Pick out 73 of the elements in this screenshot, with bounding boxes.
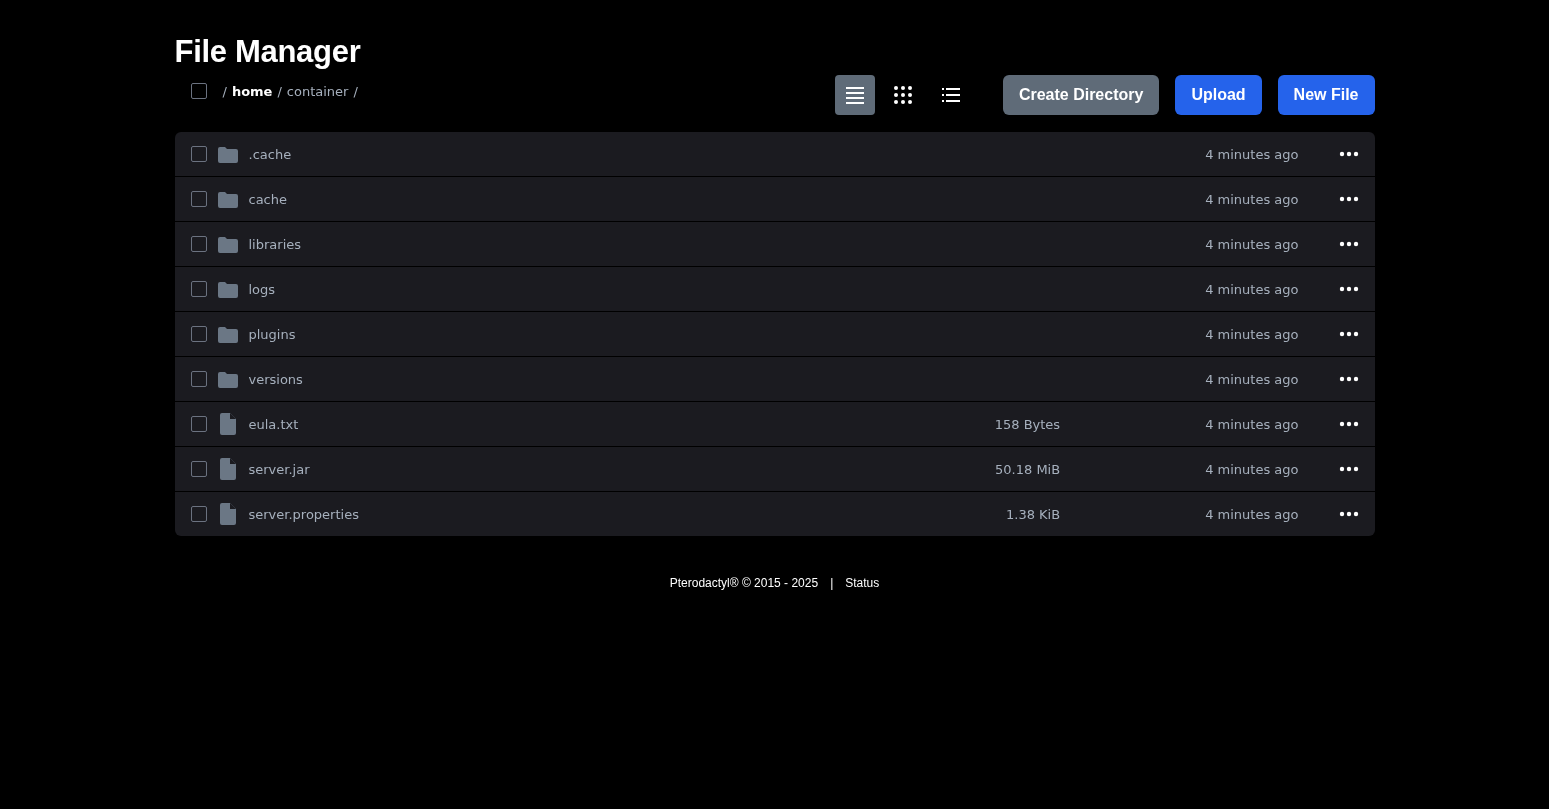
rows-icon	[843, 84, 866, 106]
file-row[interactable]: .cache 4 minutes ago	[174, 132, 1375, 176]
row-checkbox[interactable]	[190, 461, 207, 477]
file-size: 50.18 MiB	[994, 461, 1061, 477]
action-button[interactable]: Create Directory	[1002, 75, 1160, 115]
row-checkbox[interactable]	[190, 281, 207, 297]
more-icon	[1338, 331, 1359, 337]
file-name: cache	[248, 191, 288, 207]
more-icon	[1338, 466, 1359, 472]
row-checkbox[interactable]	[190, 236, 207, 252]
row-checkbox[interactable]	[190, 326, 207, 342]
modified-time: 4 minutes ago	[1205, 461, 1299, 477]
row-checkbox[interactable]	[190, 371, 207, 387]
modified-time: 4 minutes ago	[1205, 281, 1299, 297]
row-checkbox[interactable]	[190, 191, 207, 207]
breadcrumb-link[interactable]: home	[231, 83, 273, 99]
file-row[interactable]: server.properties 1.38 KiB 4 minutes ago	[174, 492, 1375, 536]
modified-time: 4 minutes ago	[1205, 371, 1299, 387]
file-size: 1.38 KiB	[1005, 506, 1061, 522]
row-checkbox[interactable]	[190, 416, 207, 432]
file-icon	[219, 458, 236, 480]
modified-time: 4 minutes ago	[1205, 506, 1299, 522]
file-name: logs	[248, 281, 277, 297]
copyright-text: Pterodactyl® © 2015 - 2025	[669, 576, 819, 590]
file-row[interactable]: versions 4 minutes ago	[174, 357, 1375, 401]
page-title: File Manager	[174, 34, 362, 70]
folder-icon	[217, 325, 238, 343]
file-name: eula.txt	[248, 416, 300, 432]
select-all-checkbox[interactable]	[190, 83, 207, 99]
action-button[interactable]: Upload	[1175, 75, 1262, 115]
modified-time: 4 minutes ago	[1205, 236, 1299, 252]
folder-icon	[217, 370, 238, 388]
file-icon	[219, 413, 236, 435]
folder-icon	[217, 145, 238, 163]
status-link[interactable]: Status	[845, 576, 880, 590]
folder-icon	[217, 280, 238, 298]
more-icon	[1338, 196, 1359, 202]
file-row[interactable]: libraries 4 minutes ago	[174, 222, 1375, 266]
more-icon	[1338, 151, 1359, 157]
view-mode-button[interactable]	[834, 75, 875, 115]
file-row[interactable]: server.jar 50.18 MiB 4 minutes ago	[174, 447, 1375, 491]
modified-time: 4 minutes ago	[1205, 416, 1299, 432]
modified-time: 4 minutes ago	[1205, 326, 1299, 342]
file-row[interactable]: cache 4 minutes ago	[174, 177, 1375, 221]
file-name: libraries	[248, 236, 302, 252]
folder-icon	[217, 190, 238, 208]
modified-time: 4 minutes ago	[1205, 146, 1299, 162]
more-icon	[1338, 511, 1359, 517]
file-name: server.properties	[248, 506, 360, 522]
more-icon	[1338, 376, 1359, 382]
path-separator: /	[353, 83, 358, 99]
file-name: .cache	[248, 146, 293, 162]
file-row[interactable]: plugins 4 minutes ago	[174, 312, 1375, 356]
file-icon	[219, 503, 236, 525]
breadcrumb-link[interactable]: container	[286, 83, 349, 99]
grid-icon	[891, 84, 914, 106]
path-separator: /	[277, 83, 282, 99]
file-row[interactable]: eula.txt 158 Bytes 4 minutes ago	[174, 402, 1375, 446]
more-icon	[1338, 286, 1359, 292]
file-size: 158 Bytes	[993, 416, 1061, 432]
file-row[interactable]: logs 4 minutes ago	[174, 267, 1375, 311]
row-checkbox[interactable]	[190, 146, 207, 162]
folder-icon	[217, 235, 238, 253]
footer-separator: |	[830, 576, 834, 590]
file-name: versions	[248, 371, 304, 387]
action-button[interactable]: New File	[1277, 75, 1375, 115]
row-checkbox[interactable]	[190, 506, 207, 522]
more-icon	[1338, 421, 1359, 427]
path-separator: /	[222, 83, 227, 99]
more-icon	[1338, 241, 1359, 247]
file-name: server.jar	[248, 461, 311, 477]
file-name: plugins	[248, 326, 297, 342]
modified-time: 4 minutes ago	[1205, 191, 1299, 207]
